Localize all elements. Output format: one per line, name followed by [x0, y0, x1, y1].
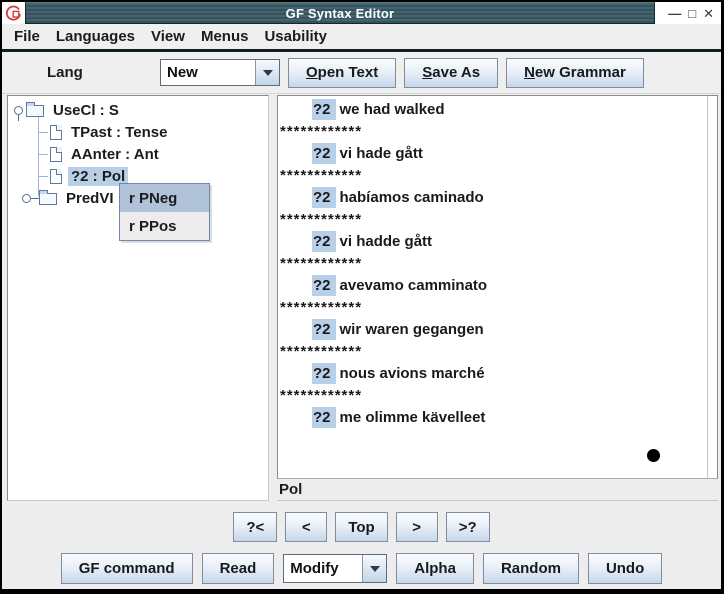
linearization-text: nous avions marché — [340, 365, 485, 382]
title-bar: GF Syntax Editor — □ ✕ — [2, 2, 721, 24]
modify-combobox-value: Modify — [284, 555, 362, 582]
main-area: UseCl : S TPast : Tense AAnter : Ant ?2 … — [2, 94, 721, 502]
separator-row: ************ — [278, 121, 717, 143]
focus-token[interactable]: ?2 — [312, 319, 336, 340]
focus-token[interactable]: ?2 — [312, 143, 336, 164]
title-strip[interactable]: GF Syntax Editor — [25, 2, 655, 24]
open-text-button[interactable]: Open Text — [288, 58, 396, 88]
focus-token[interactable]: ?2 — [312, 407, 336, 428]
separator-row: ************ — [278, 209, 717, 231]
cursor-dot — [647, 449, 660, 462]
document-icon — [50, 147, 62, 162]
linearization-row-swedish[interactable]: ?2vi hade gått — [278, 143, 717, 165]
tree-expanded-handle-icon[interactable] — [14, 106, 23, 115]
linearization-text: avevamo camminato — [340, 277, 488, 294]
tree-node-label[interactable]: UseCl : S — [50, 101, 122, 120]
tree-node-label[interactable]: TPast : Tense — [68, 123, 170, 142]
minimize-icon[interactable]: — — [668, 7, 681, 20]
read-button[interactable]: Read — [202, 553, 275, 584]
menu-view[interactable]: View — [143, 28, 193, 45]
new-grammar-button[interactable]: New Grammar — [506, 58, 644, 88]
folder-icon — [26, 105, 44, 117]
document-icon — [50, 125, 62, 140]
linearization-row-english[interactable]: ?2we had walked — [278, 99, 717, 121]
menu-languages[interactable]: Languages — [48, 28, 143, 45]
modify-combobox[interactable]: Modify — [283, 554, 387, 583]
menu-file[interactable]: File — [6, 28, 48, 45]
refinement-popup-menu: r PNeg r PPos — [119, 183, 210, 241]
linearization-text: vi hade gått — [340, 145, 423, 162]
linearization-row-italian[interactable]: ?2avevamo camminato — [278, 275, 717, 297]
gf-logo-icon — [5, 5, 22, 22]
tree-node-aanter[interactable]: AAnter : Ant — [8, 143, 268, 165]
tree-node-tpast[interactable]: TPast : Tense — [8, 121, 268, 143]
focus-token[interactable]: ?2 — [312, 187, 336, 208]
toolbar: Lang New Open Text Save As New Grammar — [2, 52, 721, 94]
next-metavar-button[interactable]: >? — [446, 512, 490, 542]
linearization-row-french[interactable]: ?2nous avions marché — [278, 363, 717, 385]
tree-node-label[interactable]: PredVI — [63, 189, 117, 208]
vertical-scrollbar[interactable] — [707, 96, 717, 478]
focus-token[interactable]: ?2 — [312, 363, 336, 384]
tree-collapsed-handle-icon[interactable] — [22, 194, 31, 203]
document-icon — [50, 169, 62, 184]
linearization-text: habíamos caminado — [340, 189, 484, 206]
linearization-text: vi hadde gått — [340, 233, 433, 250]
linearization-lines: ?2we had walked ************ ?2vi hade g… — [278, 96, 717, 429]
tree-node-usecl[interactable]: UseCl : S — [8, 99, 268, 121]
random-button[interactable]: Random — [483, 553, 579, 584]
linearization-row-finnish[interactable]: ?2me olimme kävelleet — [278, 407, 717, 429]
window-controls: — □ ✕ — [655, 2, 721, 24]
linearization-text: me olimme kävelleet — [340, 409, 486, 426]
app-logo — [2, 2, 25, 24]
window-title: GF Syntax Editor — [286, 6, 395, 21]
language-combobox-value: New — [161, 60, 255, 85]
separator-row: ************ — [278, 341, 717, 363]
linearization-text: we had walked — [340, 101, 445, 118]
menu-usability[interactable]: Usability — [256, 28, 335, 45]
focus-token[interactable]: ?2 — [312, 99, 336, 120]
language-combobox[interactable]: New — [160, 59, 280, 86]
tree-node-label[interactable]: AAnter : Ant — [68, 145, 162, 164]
linearization-row-german[interactable]: ?2wir waren gegangen — [278, 319, 717, 341]
separator-row: ************ — [278, 385, 717, 407]
separator-row: ************ — [278, 165, 717, 187]
status-bar: Pol — [277, 479, 718, 501]
linearization-panel[interactable]: ?2we had walked ************ ?2vi hade g… — [277, 95, 718, 479]
save-as-button[interactable]: Save As — [404, 58, 498, 88]
command-row: GF command Read Modify Alpha Random Undo — [2, 548, 721, 589]
menu-bar: File Languages View Menus Usability — [2, 24, 721, 49]
linearization-text: wir waren gegangen — [340, 321, 484, 338]
save-as-label: Save As — [422, 64, 480, 81]
linearization-row-norwegian[interactable]: ?2vi hadde gått — [278, 231, 717, 253]
undo-button[interactable]: Undo — [588, 553, 662, 584]
menu-menus[interactable]: Menus — [193, 28, 257, 45]
app-window: GF Syntax Editor — □ ✕ File Languages Vi… — [0, 0, 724, 594]
popup-item-pneg[interactable]: r PNeg — [120, 184, 209, 212]
separator-row: ************ — [278, 253, 717, 275]
open-text-label: Open Text — [306, 64, 378, 81]
separator-row: ************ — [278, 297, 717, 319]
prev-node-button[interactable]: < — [285, 512, 327, 542]
linearization-column: ?2we had walked ************ ?2vi hade g… — [277, 95, 718, 501]
prev-metavar-button[interactable]: ?< — [233, 512, 277, 542]
chevron-down-icon[interactable] — [255, 60, 279, 85]
focus-token[interactable]: ?2 — [312, 275, 336, 296]
maximize-icon[interactable]: □ — [688, 7, 696, 20]
close-icon[interactable]: ✕ — [703, 7, 714, 20]
linearization-row-spanish[interactable]: ?2habíamos caminado — [278, 187, 717, 209]
chevron-down-icon[interactable] — [362, 555, 386, 582]
top-button[interactable]: Top — [335, 512, 387, 542]
folder-icon — [39, 193, 57, 205]
new-grammar-label: New Grammar — [524, 64, 626, 81]
focus-category-label: Pol — [277, 481, 302, 498]
gf-command-button[interactable]: GF command — [61, 553, 193, 584]
lang-label: Lang — [47, 64, 160, 81]
navigation-row: ?< < Top > >? — [2, 502, 721, 548]
next-node-button[interactable]: > — [396, 512, 438, 542]
popup-item-ppos[interactable]: r PPos — [120, 212, 209, 240]
alpha-button[interactable]: Alpha — [396, 553, 474, 584]
focus-token[interactable]: ?2 — [312, 231, 336, 252]
syntax-tree-panel: UseCl : S TPast : Tense AAnter : Ant ?2 … — [7, 95, 269, 501]
